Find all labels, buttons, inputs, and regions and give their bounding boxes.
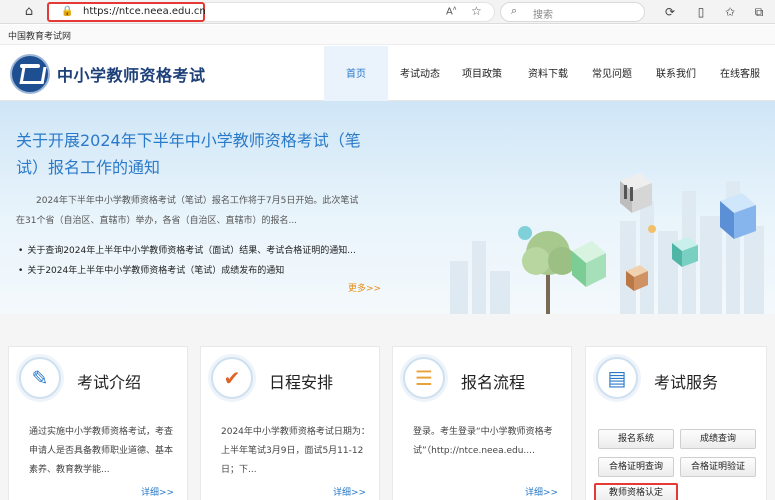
search-icon: ⌕ [511, 4, 518, 17]
certificate-query-button[interactable]: 合格证明查询 [598, 457, 674, 477]
lock-icon[interactable]: 🔒 [61, 6, 73, 17]
hero-news-list: 关于查询2024年上半年中小学教师资格考试（面试）结果、考试合格证明的通知...… [18, 241, 368, 281]
hero-summary: 2024年下半年中小学教师资格考试（笔试）报名工作将于7月5日开始。此次笔试在3… [16, 196, 359, 226]
nav-faq[interactable]: 常见问题 [584, 46, 640, 101]
card-title: 日程安排 [269, 373, 334, 392]
hero-illustration [450, 173, 764, 314]
extensions-icon[interactable]: ⟳ [661, 3, 679, 21]
card-desc: 通过实施中小学教师资格考试，考查申请人是否具备教师职业道德、基本素养、教育教学能… [29, 427, 174, 475]
hero-title[interactable]: 关于开展2024年下半年中小学教师资格考试（笔试）报名工作的通知 [16, 127, 366, 181]
detail-link[interactable]: 详细>> [141, 485, 174, 498]
card-registration-process[interactable]: ☰ 报名流程 登录。考生登录“中小学教师资格考试”（http://ntce.ne… [392, 346, 572, 500]
card-schedule[interactable]: ✔ 日程安排 2024年中小学教师资格考试日期为：上半年笔试3月9日，面试5月1… [200, 346, 380, 500]
site-title[interactable]: 中小学教师资格考试 [57, 62, 206, 86]
id-card-icon: ▤ [596, 357, 638, 399]
card-exam-services: ▤ 考试服务 报名系统 成绩查询 合格证明查询 合格证明验证 教师资格认定 [585, 346, 767, 500]
nav-contact[interactable]: 联系我们 [648, 46, 704, 101]
collections-icon[interactable]: ⧉ [750, 3, 768, 21]
hero-banner: 关于开展2024年下半年中小学教师资格考试（笔试）报名工作的通知 2024年下半… [0, 101, 775, 314]
split-screen-icon[interactable]: ▯ [692, 3, 710, 21]
nav-exam-news[interactable]: 考试动态 [392, 46, 448, 101]
site-header: 中小学教师资格考试 首页 考试动态 项目政策 资料下载 常见问题 联系我们 在线… [0, 46, 775, 101]
card-exam-intro[interactable]: ✎ 考试介绍 通过实施中小学教师资格考试，考查申请人是否具备教师职业道德、基本素… [8, 346, 188, 500]
nav-downloads[interactable]: 资料下载 [520, 46, 576, 101]
nav-online-service[interactable]: 在线客服 [712, 46, 768, 101]
card-desc: 登录。考生登录“中小学教师资格考试”（http://ntce.neea.edu.… [413, 427, 553, 456]
home-icon[interactable]: ⌂ [20, 3, 38, 21]
document-edit-icon: ✎ [19, 357, 61, 399]
nav-home[interactable]: 首页 [324, 46, 388, 101]
favorite-link[interactable]: 中国教育考试网 [8, 29, 71, 42]
nav-policy[interactable]: 项目政策 [454, 46, 510, 101]
teacher-qualification-button[interactable]: 教师资格认定 [594, 483, 678, 500]
favorite-star-icon[interactable]: ☆ [471, 4, 482, 18]
browser-toolbar: ⌂ 🔒 https://ntce.neea.edu.cn Aʌ ☆ ⌕ 搜索 ⟳… [0, 0, 775, 24]
certificate-verify-button[interactable]: 合格证明验证 [680, 457, 756, 477]
registration-system-button[interactable]: 报名系统 [598, 429, 674, 449]
card-title: 考试服务 [654, 373, 719, 392]
card-title: 考试介绍 [77, 373, 142, 392]
address-bar[interactable]: 🔒 https://ntce.neea.edu.cn [47, 2, 206, 22]
url-text[interactable]: https://ntce.neea.edu.cn [83, 6, 206, 17]
news-link[interactable]: 关于查询2024年上半年中小学教师资格考试（面试）结果、考试合格证明的通知... [18, 241, 368, 261]
detail-link[interactable]: 详细>> [525, 485, 558, 498]
list-icon: ☰ [403, 357, 445, 399]
search-box[interactable]: ⌕ 搜索 [500, 2, 645, 22]
card-title: 报名流程 [461, 373, 526, 392]
site-logo-icon[interactable] [10, 54, 50, 94]
favorites-bar: 中国教育考试网 [0, 25, 775, 45]
favorites-icon[interactable]: ✩ [721, 3, 739, 21]
read-aloud-icon[interactable]: Aʌ [446, 5, 456, 17]
score-query-button[interactable]: 成绩查询 [680, 429, 756, 449]
address-bar-extension[interactable]: Aʌ ☆ [205, 2, 495, 22]
card-desc: 2024年中小学教师资格考试日期为：上半年笔试3月9日，面试5月11-12日；下… [221, 427, 370, 475]
detail-link[interactable]: 详细>> [333, 485, 366, 498]
more-link[interactable]: 更多>> [348, 281, 381, 294]
news-link[interactable]: 关于2024年上半年中小学教师资格考试（笔试）成绩发布的通知 [18, 261, 368, 281]
search-placeholder: 搜索 [533, 10, 553, 21]
checkmark-icon: ✔ [211, 357, 253, 399]
